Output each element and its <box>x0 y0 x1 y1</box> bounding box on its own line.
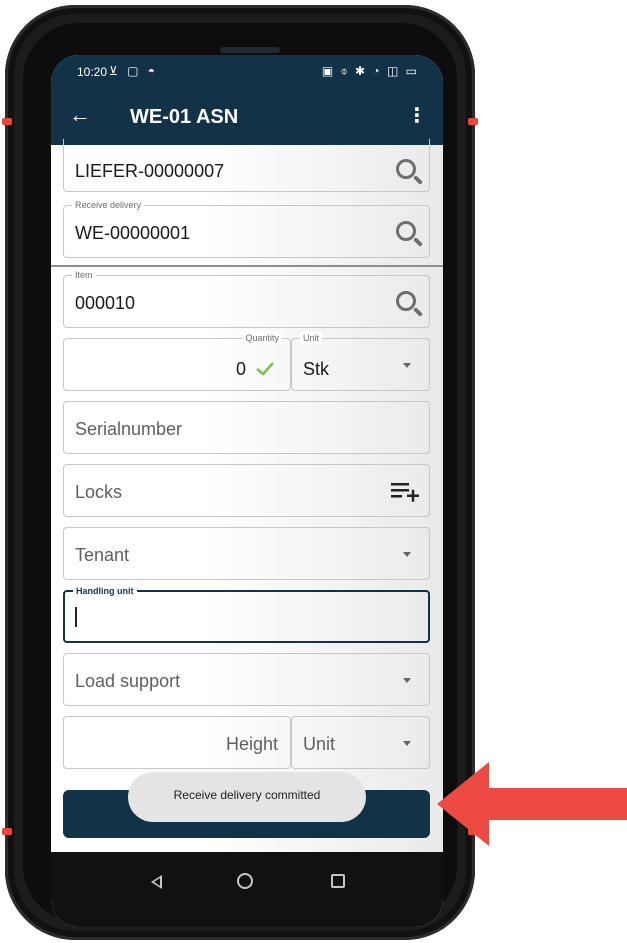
phone-device: 10:20 ⊻ ▢ ◓ ▣ ⌽ ✱ ◔ ◫ ▭ ← WE-01 ASN ⋮ LI… <box>2 5 478 940</box>
serialnumber-placeholder: Serialnumber <box>75 419 183 439</box>
side-accent-bottom-left <box>2 828 12 835</box>
search-icon[interactable] <box>396 221 416 241</box>
load-support-placeholder: Load support <box>75 671 181 691</box>
check-icon <box>256 362 274 376</box>
playlist-add-icon[interactable] <box>389 480 421 502</box>
receive-delivery-field[interactable]: Receive delivery WE-00000001 <box>63 199 430 258</box>
height-unit-placeholder: Unit <box>303 734 336 754</box>
receive-delivery-value: WE-00000001 <box>75 223 191 243</box>
height-unit-select[interactable]: Unit <box>291 716 430 769</box>
speaker-grille <box>220 47 280 53</box>
tenant-placeholder: Tenant <box>75 545 130 565</box>
handling-unit-label: Handling unit <box>73 585 137 597</box>
system-nav-bar <box>51 852 443 927</box>
search-icon[interactable] <box>396 159 416 179</box>
unit-label: Unit <box>300 332 323 344</box>
handling-unit-field[interactable]: Handling unit <box>63 585 430 643</box>
text-cursor <box>75 607 77 627</box>
page-title: WE-01 ASN <box>130 106 239 128</box>
nav-recents-icon[interactable] <box>331 874 345 888</box>
unit-value: Stk <box>303 359 330 379</box>
serialnumber-field[interactable]: Serialnumber <box>63 401 430 454</box>
status-bar: 10:20 ⊻ ▢ ◓ ▣ ⌽ ✱ ◔ ◫ ▭ <box>51 55 443 89</box>
quantity-value: 0 <box>235 359 246 379</box>
side-accent-top-right <box>468 118 478 125</box>
search-icon[interactable] <box>396 291 416 311</box>
unit-select[interactable]: Unit Stk <box>291 332 430 391</box>
app-bar: ← WE-01 ASN ⋮ <box>51 89 443 145</box>
section-divider <box>51 265 443 267</box>
notification-icons: ⊻ ▢ ◓ <box>109 64 159 78</box>
supplier-field[interactable]: LIEFER-00000007 <box>63 139 430 192</box>
status-time: 10:20 <box>77 65 108 79</box>
locks-placeholder: Locks <box>75 482 123 502</box>
nav-back-icon[interactable] <box>151 875 162 889</box>
supplier-value: LIEFER-00000007 <box>75 161 225 181</box>
red-arrow-icon <box>437 762 627 846</box>
quantity-field[interactable]: Quantity 0 <box>63 332 291 391</box>
item-label: Item <box>72 269 96 281</box>
arrow-left-icon[interactable]: ← <box>69 104 91 126</box>
chevron-down-icon <box>403 678 411 683</box>
system-icons: ▣ ⌽ ✱ ◔ ◫ ▭ <box>321 64 419 78</box>
side-accent-top-left <box>2 118 12 125</box>
locks-field[interactable]: Locks <box>63 464 430 517</box>
chevron-down-icon <box>403 741 411 746</box>
screen: 10:20 ⊻ ▢ ◓ ▣ ⌽ ✱ ◔ ◫ ▭ ← WE-01 ASN ⋮ LI… <box>51 55 443 927</box>
nav-home-icon[interactable] <box>237 873 253 889</box>
receive-delivery-label: Receive delivery <box>72 199 145 211</box>
more-vert-icon[interactable]: ⋮ <box>407 103 427 128</box>
load-support-select[interactable]: Load support <box>63 653 430 706</box>
item-field[interactable]: Item 000010 <box>63 269 430 328</box>
tenant-select[interactable]: Tenant <box>63 527 430 580</box>
toast-message: Receive delivery committed <box>128 772 366 822</box>
form-content: LIEFER-00000007 Receive delivery WE-0000… <box>51 139 443 880</box>
quantity-label: Quantity <box>242 332 282 344</box>
item-value: 000010 <box>75 293 136 313</box>
height-placeholder: Height <box>225 734 278 754</box>
height-field[interactable]: Height <box>63 716 291 769</box>
chevron-down-icon <box>403 552 411 557</box>
chevron-down-icon <box>403 363 411 368</box>
